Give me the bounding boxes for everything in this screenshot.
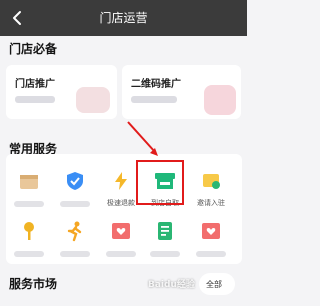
service-label: 邀请入驻 [197,199,225,207]
key-icon [24,222,34,240]
promo-label: 二维码推广 [131,79,181,90]
blurred-text [15,96,55,103]
blurred-label [196,251,226,257]
blurred-label [14,251,44,257]
service-item-fast-refund[interactable]: 极速退款 [102,170,140,224]
watermark: Baidu经验 [148,280,195,290]
service-item-invite[interactable]: 邀请入驻 [192,170,230,224]
invite-icon [203,174,220,189]
blurred-label [60,201,90,207]
blurred-label [150,251,180,257]
service-item[interactable] [146,220,184,274]
lightning-icon [115,172,127,190]
heart-card-icon [202,223,220,239]
service-item[interactable] [192,220,230,274]
blurred-label [106,251,136,257]
blurred-text [131,96,177,103]
service-item[interactable] [10,170,48,224]
service-item[interactable] [56,220,94,274]
blurred-label [14,201,44,207]
top-bar: 门店运营 [0,0,247,36]
service-item[interactable] [102,220,140,274]
service-item[interactable] [56,170,94,224]
view-all-button[interactable]: 全部 [199,273,235,295]
promo-illustration [76,87,110,113]
box-icon [20,175,38,189]
highlight-box [136,160,184,205]
promo-label: 门店推广 [15,79,55,90]
services-grid: 极速退款 到店自取 邀请入驻 [6,154,242,264]
document-icon [158,222,172,240]
qrcode-illustration [204,85,236,115]
shield-icon [67,172,83,190]
service-item[interactable] [10,220,48,274]
page-title: 门店运营 [99,11,148,25]
store-promotion-card[interactable]: 门店推广 [6,65,117,119]
heart-card-icon [112,223,130,239]
blurred-label [60,251,90,257]
runner-icon [67,221,82,242]
section-title-essentials: 门店必备 [9,42,58,56]
section-title-market: 服务市场 [9,277,58,291]
qrcode-promotion-card[interactable]: 二维码推广 [122,65,241,119]
